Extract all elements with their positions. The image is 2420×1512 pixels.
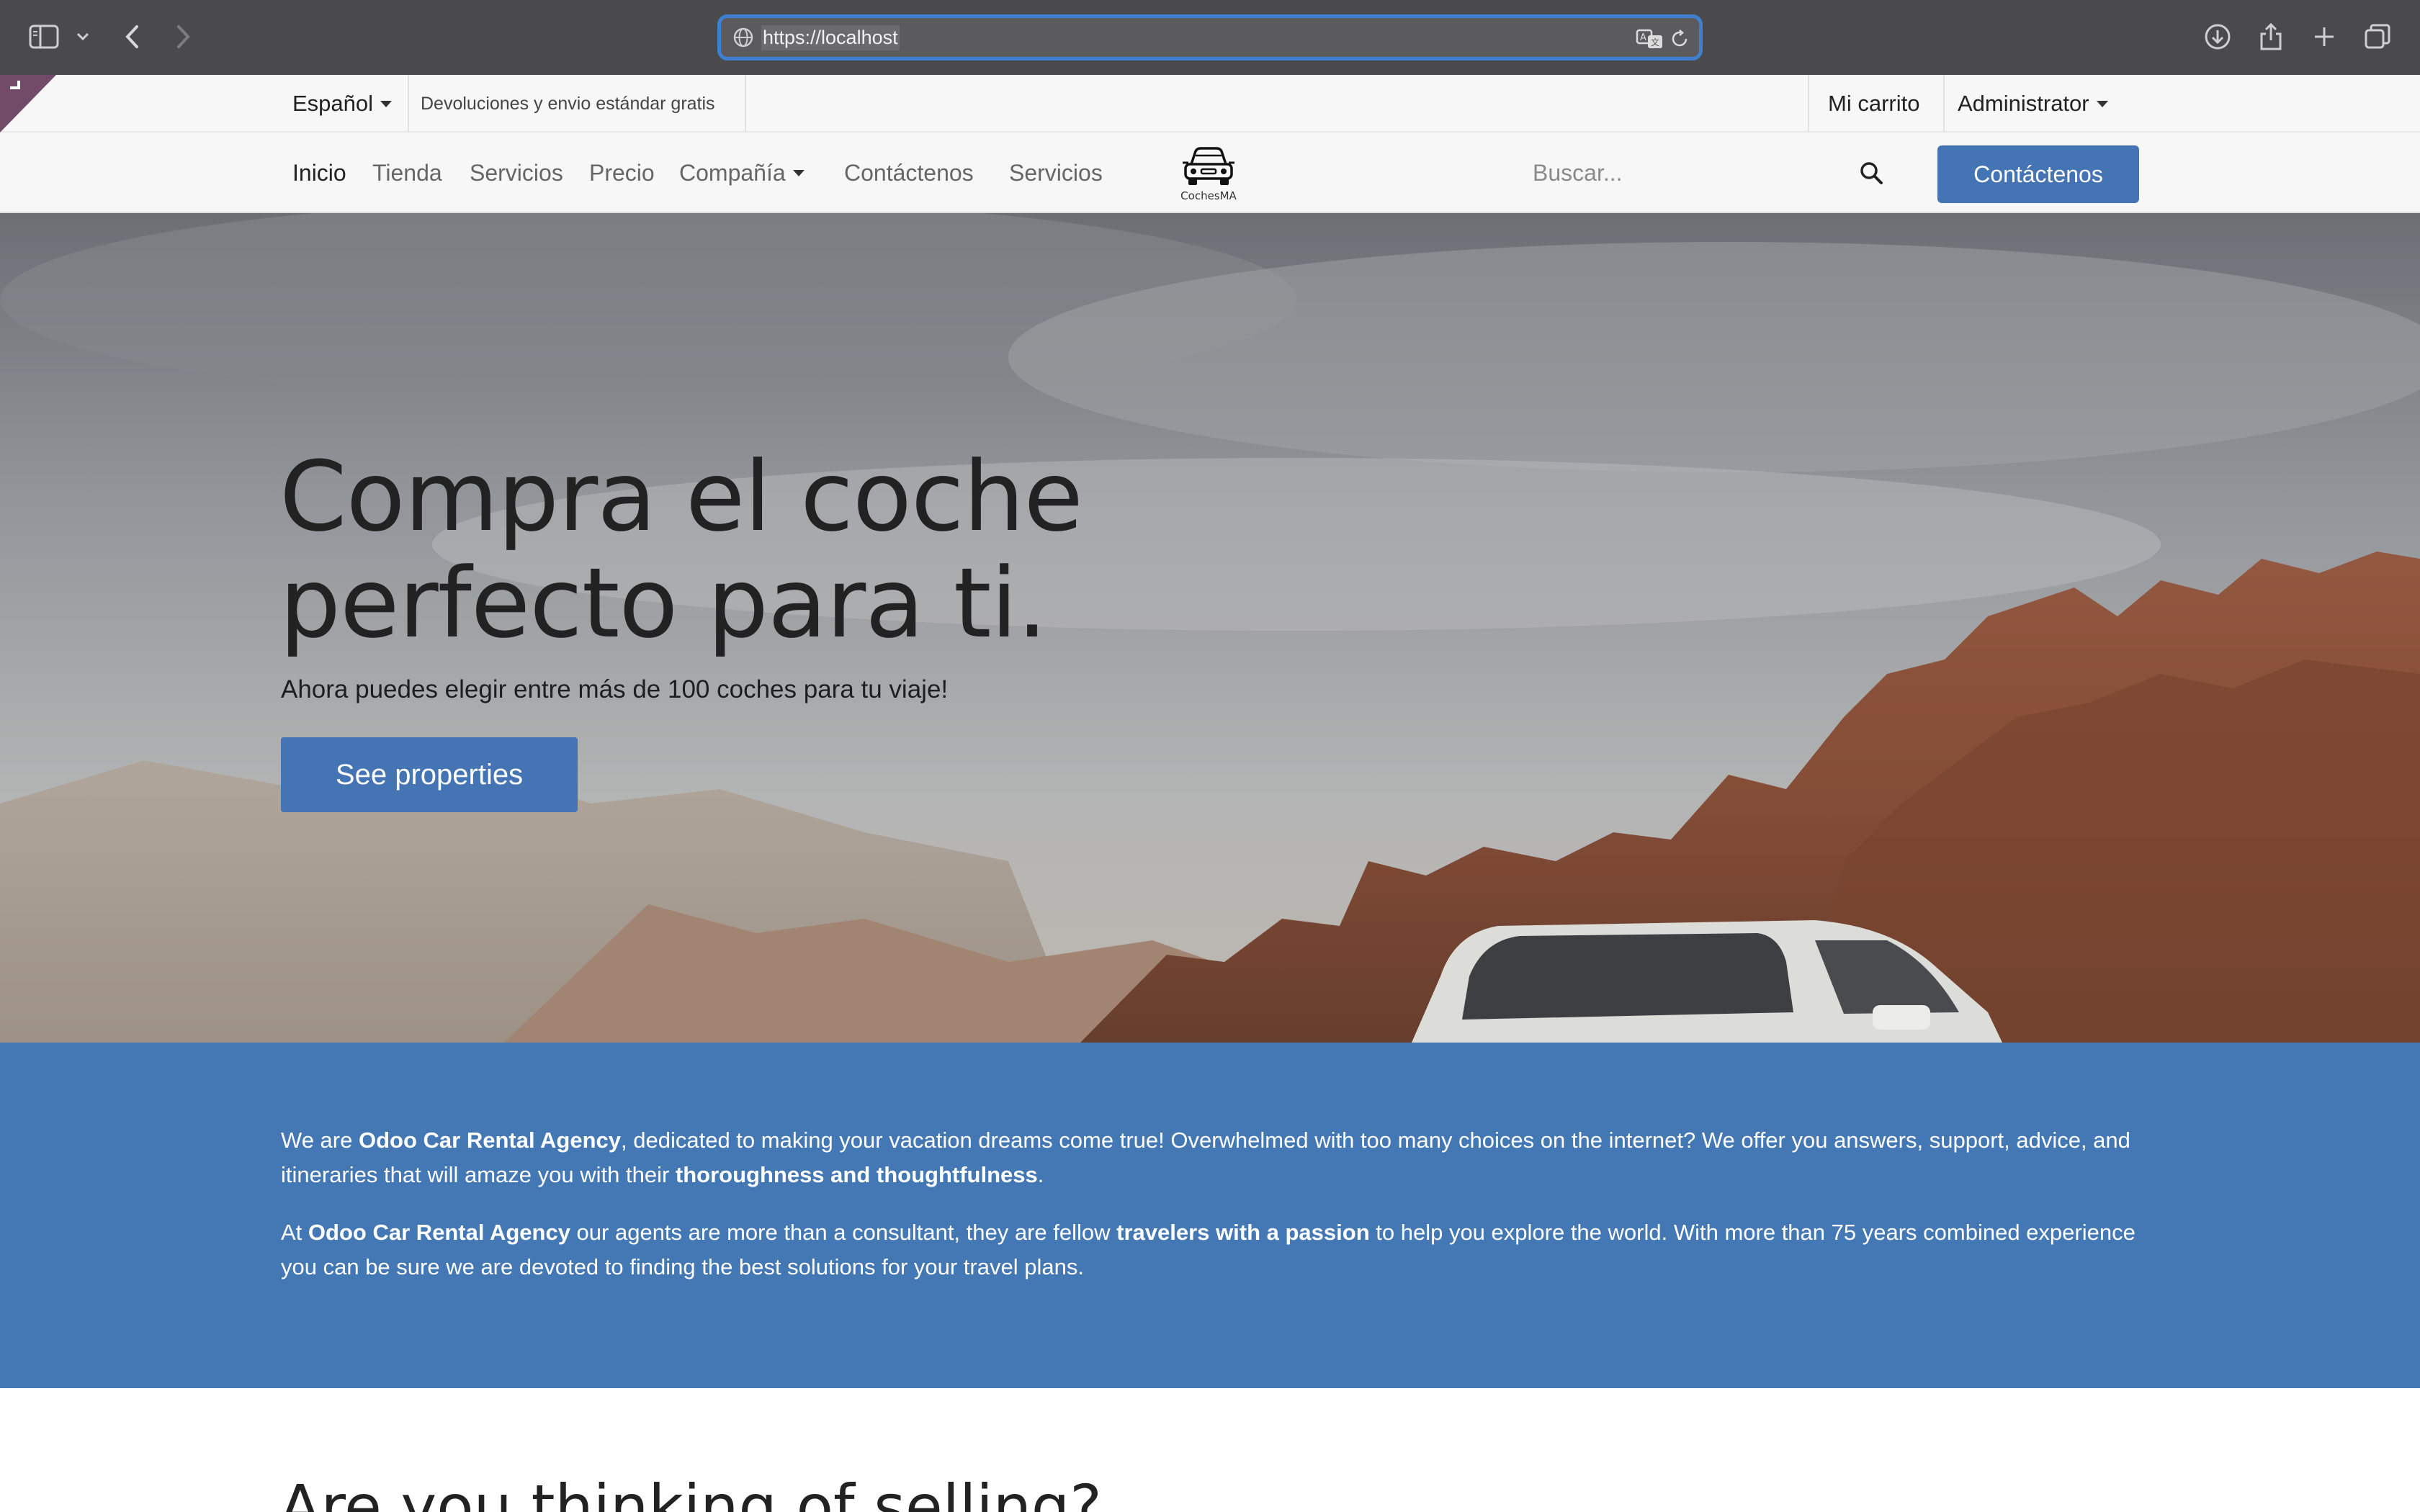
nav-item-label: Compañía xyxy=(679,159,786,186)
chevron-down-icon[interactable] xyxy=(72,16,94,58)
language-selector[interactable]: Español xyxy=(292,75,393,132)
hero-title: Compra el coche perfecto para ti. xyxy=(279,444,1288,657)
see-properties-button[interactable]: See properties xyxy=(281,737,578,812)
nav-item-precio[interactable]: Precio xyxy=(589,132,655,213)
download-icon[interactable] xyxy=(2201,16,2234,58)
hero-subtitle: Ahora puedes elegir entre más de 100 coc… xyxy=(281,675,949,703)
site-logo[interactable]: CochesMA xyxy=(1178,145,1239,203)
divider xyxy=(1943,75,1945,132)
top-bar: Español Devoluciones y envio estándar gr… xyxy=(0,75,2420,132)
nav-item-servicios[interactable]: Servicios xyxy=(470,132,563,213)
divider xyxy=(408,75,409,132)
nav-item-contactenos[interactable]: Contáctenos xyxy=(844,132,974,213)
plus-icon[interactable] xyxy=(2308,16,2341,58)
sidebar-icon[interactable] xyxy=(26,16,62,58)
reload-icon[interactable] xyxy=(1669,28,1690,50)
intro-paragraph-2: At Odoo Car Rental Agency our agents are… xyxy=(281,1215,2139,1284)
search-icon[interactable] xyxy=(1858,160,1884,186)
divider xyxy=(745,75,746,132)
translate-icon[interactable]: A文 xyxy=(1636,28,1664,50)
text: At xyxy=(281,1220,308,1245)
share-icon[interactable] xyxy=(2254,16,2287,58)
forward-arrow-icon[interactable] xyxy=(169,16,197,58)
logo-text: CochesMA xyxy=(1180,189,1237,202)
intro-section: We are Odoo Car Rental Agency, dedicated… xyxy=(0,1043,2420,1388)
bold-text: Odoo Car Rental Agency xyxy=(358,1128,622,1153)
bold-text: travelers with a passion xyxy=(1116,1220,1370,1245)
user-name: Administrator xyxy=(1958,91,2089,116)
divider xyxy=(1808,75,1809,132)
editor-corner-icon[interactable] xyxy=(0,75,56,132)
bold-text: thoroughness and thoughtfulness xyxy=(675,1162,1038,1187)
bold-text: Odoo Car Rental Agency xyxy=(308,1220,570,1245)
search-input[interactable] xyxy=(1520,147,1829,199)
svg-text:文: 文 xyxy=(1651,37,1659,48)
url-bar[interactable]: https://localhost A文 xyxy=(717,14,1703,60)
selling-heading: Are you thinking of selling? xyxy=(279,1472,1102,1512)
hero-section: Compra el coche perfecto para ti. Ahora … xyxy=(0,213,2420,1043)
search-box xyxy=(1520,147,1894,199)
text: We are xyxy=(281,1128,359,1153)
nav-item-compania[interactable]: Compañía xyxy=(679,132,805,213)
back-arrow-icon[interactable] xyxy=(118,16,147,58)
nav-item-inicio[interactable]: Inicio xyxy=(292,132,346,213)
caret-down-icon xyxy=(380,100,393,107)
user-menu[interactable]: Administrator xyxy=(1958,75,2108,132)
text: our agents are more than a consultant, t… xyxy=(570,1220,1117,1245)
promo-text: Devoluciones y envio estándar gratis xyxy=(421,93,715,114)
cart-link[interactable]: Mi carrito xyxy=(1828,75,1919,132)
language-label: Español xyxy=(292,91,374,116)
intro-paragraph-1: We are Odoo Car Rental Agency, dedicated… xyxy=(281,1123,2139,1192)
nav-item-tienda[interactable]: Tienda xyxy=(372,132,442,213)
car-logo-icon xyxy=(1181,145,1236,191)
text: . xyxy=(1037,1162,1044,1187)
contact-button[interactable]: Contáctenos xyxy=(1937,145,2139,203)
hero-title-line: Compra el coche xyxy=(279,441,1083,553)
url-text[interactable]: https://localhost xyxy=(761,24,900,50)
tabs-icon[interactable] xyxy=(2361,16,2394,58)
main-navbar: Inicio Tienda Servicios Precio Compañía … xyxy=(0,132,2420,213)
svg-text:A: A xyxy=(1640,32,1646,43)
nav-item-servicios-2[interactable]: Servicios xyxy=(1009,132,1103,213)
globe-icon xyxy=(732,27,754,48)
hero-title-line: perfecto para ti. xyxy=(279,547,1047,660)
caret-down-icon xyxy=(792,169,805,176)
browser-toolbar: https://localhost A文 xyxy=(0,0,2420,75)
caret-down-icon xyxy=(2096,100,2108,107)
